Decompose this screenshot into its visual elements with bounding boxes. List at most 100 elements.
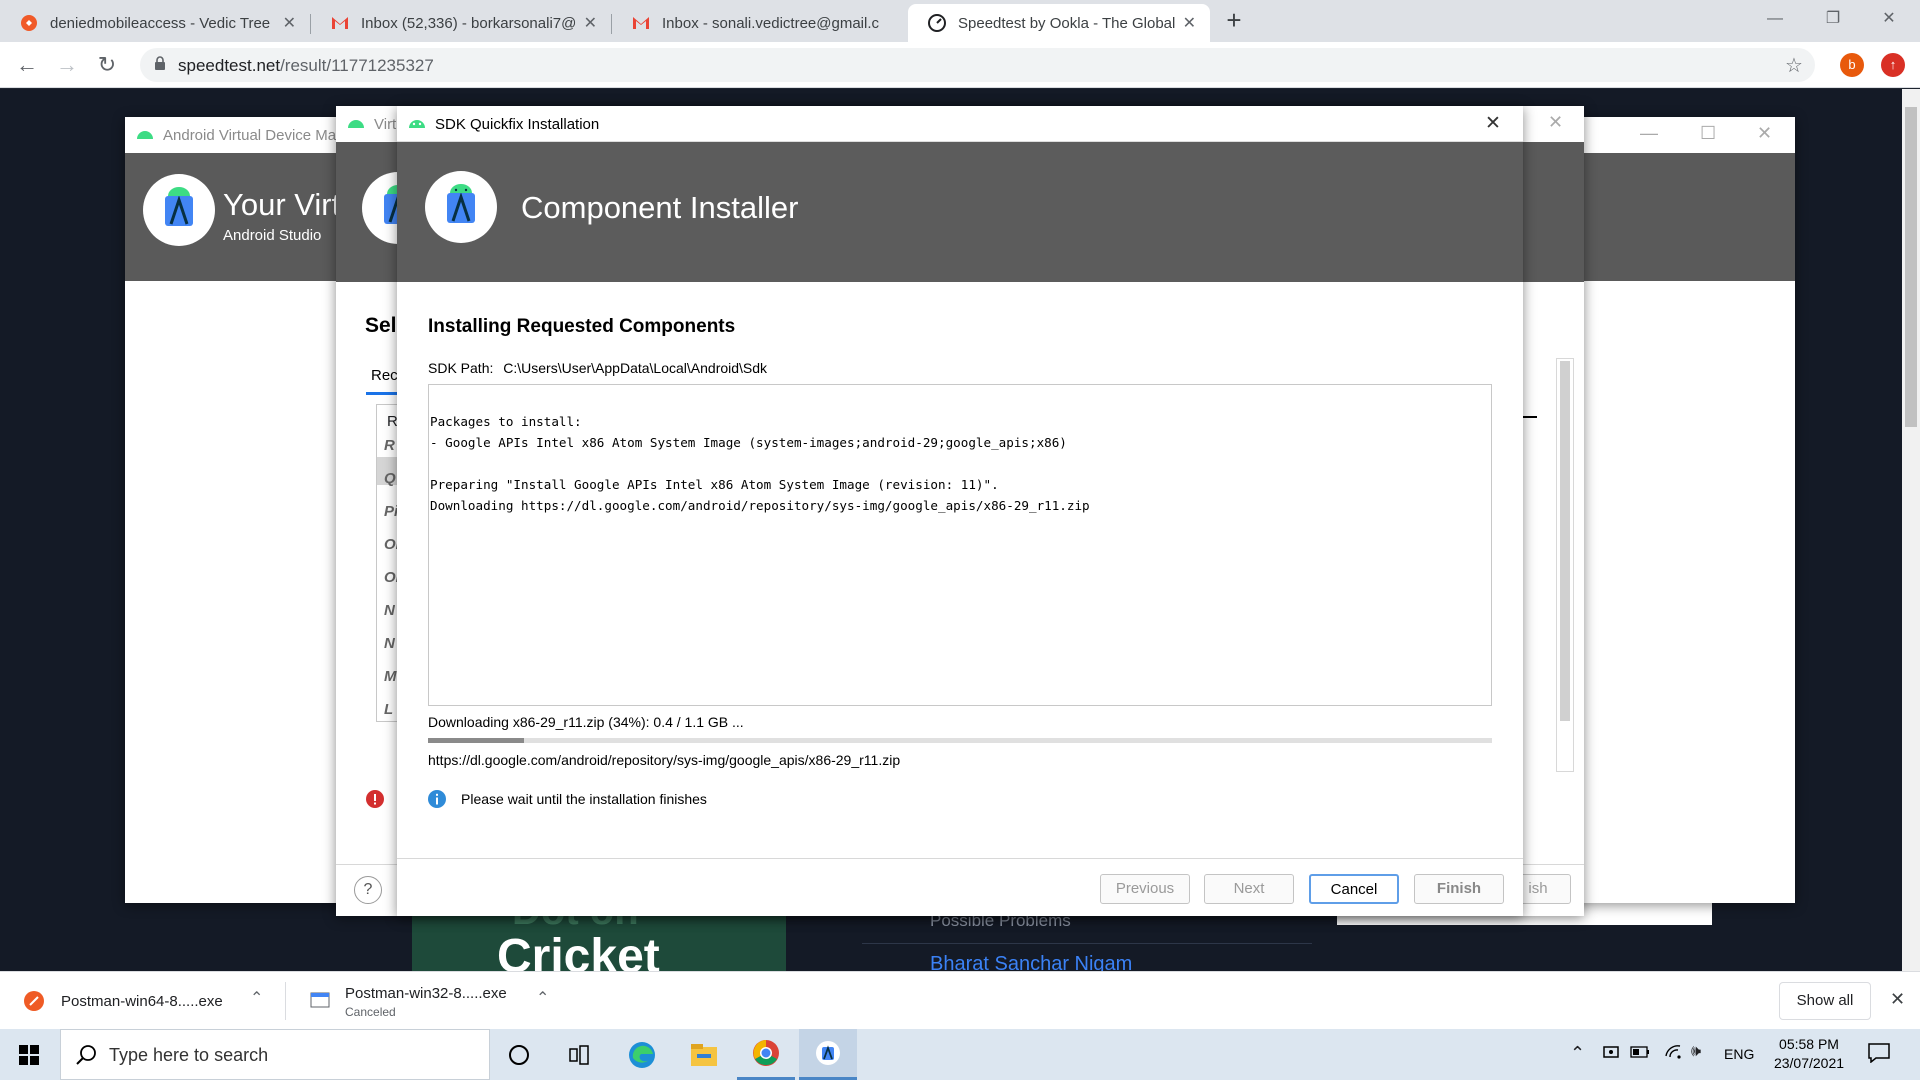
scrollbar-thumb[interactable] — [1560, 361, 1570, 721]
reload-button[interactable]: ↻ — [92, 50, 122, 80]
close-button[interactable]: ✕ — [1548, 112, 1563, 133]
scrollbar-thumb[interactable] — [1905, 107, 1917, 427]
release-list-item[interactable]: R — [384, 437, 395, 454]
cancel-button[interactable]: Cancel — [1309, 874, 1399, 904]
tab-title: Speedtest by Ookla - The Global — [958, 14, 1175, 32]
download-filename: Postman-win32-8.....exe — [345, 985, 507, 1002]
sdk-dialog-header: Component Installer — [397, 142, 1523, 282]
task-view-icon[interactable] — [550, 1029, 608, 1080]
close-tab-icon[interactable]: ✕ — [1183, 13, 1196, 33]
previous-label: Previous — [1115, 880, 1175, 897]
close-downloads-icon[interactable]: ✕ — [1890, 989, 1905, 1010]
notifications-icon[interactable] — [1868, 1043, 1890, 1066]
vdc-title: Virt — [374, 116, 397, 133]
finish-button[interactable]: Finish — [1414, 874, 1504, 904]
close-tab-icon[interactable]: ✕ — [584, 13, 597, 33]
minimize-button[interactable]: — — [1640, 123, 1658, 144]
log-line: Preparing "Install Google APIs Intel x86… — [430, 477, 999, 492]
wifi-icon[interactable] — [1664, 1044, 1682, 1063]
browser-toolbar: ← → ↻ speedtest.net/result/11771235327 ☆… — [0, 42, 1920, 88]
clock-time: 05:58 PM — [1779, 1036, 1839, 1052]
taskbar-search-box[interactable]: Type here to search — [60, 1029, 490, 1080]
download-url-text: https://dl.google.com/android/repository… — [428, 752, 901, 768]
installing-heading: Installing Requested Components — [428, 316, 736, 337]
android-icon — [346, 115, 366, 132]
windows-taskbar: Type here to search ⌃ 🕪 ENG 05:58 PM 23/… — [0, 1029, 1920, 1080]
windows-start-button[interactable] — [0, 1029, 58, 1080]
clock[interactable]: 05:58 PM 23/07/2021 — [1770, 1035, 1848, 1073]
tab-gmail-inbox-1[interactable]: Inbox (52,336) - borkarsonali7@g ✕ — [311, 4, 611, 42]
meet-now-icon[interactable] — [1602, 1043, 1620, 1064]
install-log-text: Packages to install: - Google APIs Intel … — [430, 411, 1090, 516]
download-item[interactable]: Postman-win64-8.....exe ⌃ — [0, 972, 283, 1030]
new-tab-button[interactable]: + — [1220, 7, 1248, 35]
url-text: speedtest.net/result/11771235327 — [178, 56, 434, 76]
install-log[interactable]: Packages to install: - Google APIs Intel … — [428, 384, 1492, 706]
log-line: Packages to install: — [430, 414, 582, 429]
finish-label: Finish — [1436, 880, 1482, 897]
close-button[interactable]: ✕ — [1485, 112, 1501, 135]
update-icon[interactable]: ↑ — [1881, 53, 1905, 77]
info-icon — [428, 790, 446, 811]
browser-tab-bar: deniedmobileaccess - Vedic Tree ✕ Inbox … — [0, 0, 1920, 42]
back-button[interactable]: ← — [12, 50, 42, 80]
previous-button[interactable]: Previous — [1100, 874, 1190, 904]
close-tab-icon[interactable]: ✕ — [283, 13, 296, 33]
cancel-label: Cancel — [1330, 881, 1378, 898]
speedtest-icon — [928, 14, 946, 32]
restore-window-button[interactable]: ❐ — [1810, 4, 1856, 34]
address-bar[interactable]: speedtest.net/result/11771235327 ☆ — [140, 48, 1815, 82]
release-list-item[interactable]: Q — [384, 470, 396, 487]
bookmark-star-icon[interactable]: ☆ — [1785, 53, 1803, 78]
gmail-icon — [632, 14, 650, 32]
close-button[interactable]: ✕ — [1757, 123, 1772, 144]
avd-header-subtitle: Android Studio — [223, 227, 322, 244]
tab-gmail-inbox-2[interactable]: Inbox - sonali.vedictree@gmail.c — [612, 4, 908, 42]
forward-button[interactable]: → — [52, 50, 82, 80]
sdk-path-label: SDK Path: — [428, 360, 494, 376]
maximize-button[interactable]: ☐ — [1700, 123, 1716, 144]
volume-icon[interactable]: 🕪 — [1691, 1043, 1701, 1061]
sdk-path-value: C:\Users\User\AppData\Local\Android\Sdk — [503, 360, 768, 376]
url-domain: speedtest.net — [178, 56, 281, 75]
avd-manager-title: Android Virtual Device Ma — [163, 127, 337, 144]
close-window-button[interactable]: ✕ — [1866, 4, 1912, 34]
release-list-item[interactable]: N — [384, 635, 395, 652]
chrome-icon[interactable] — [737, 1029, 795, 1080]
tab-speedtest[interactable]: Speedtest by Ookla - The Global ✕ — [908, 4, 1210, 42]
minimize-window-button[interactable]: — — [1752, 4, 1798, 34]
info-message: Please wait until the installation finis… — [461, 791, 707, 807]
footer-divider — [397, 858, 1523, 859]
download-item[interactable]: Postman-win32-8.....exe Canceled ⌃ — [286, 972, 571, 1030]
android-studio-taskbar-icon[interactable] — [799, 1029, 857, 1080]
downloads-bar: Postman-win64-8.....exe ⌃ Postman-win32-… — [0, 971, 1920, 1029]
next-button[interactable]: Next — [1204, 874, 1294, 904]
tab-recommended[interactable]: Rec — [371, 367, 398, 384]
chevron-up-icon[interactable]: ⌃ — [536, 988, 549, 1008]
tab-title: Inbox (52,336) - borkarsonali7@g — [361, 14, 576, 32]
android-studio-logo — [425, 171, 497, 243]
release-list-item[interactable]: L — [384, 701, 393, 718]
vedic-tree-icon — [20, 14, 38, 32]
release-list-item[interactable]: M — [384, 668, 397, 685]
tab-vedic-tree[interactable]: deniedmobileaccess - Vedic Tree ✕ — [0, 4, 310, 42]
battery-icon[interactable] — [1630, 1045, 1650, 1062]
file-icon — [310, 991, 330, 1012]
release-list-item[interactable]: N — [384, 602, 395, 619]
details-scrollbar[interactable] — [1556, 358, 1574, 772]
tab-title: Inbox - sonali.vedictree@gmail.c — [662, 14, 879, 32]
show-all-button[interactable]: Show all — [1779, 982, 1871, 1020]
chevron-up-icon[interactable]: ⌃ — [250, 988, 263, 1008]
language-indicator[interactable]: ENG — [1724, 1046, 1754, 1062]
download-progress-bar — [428, 738, 1492, 743]
clock-date: 23/07/2021 — [1773, 1055, 1845, 1071]
gmail-icon — [331, 14, 349, 32]
file-explorer-icon[interactable] — [675, 1029, 733, 1080]
chevron-up-icon[interactable]: ⌃ — [1570, 1043, 1585, 1064]
edge-icon[interactable] — [613, 1029, 671, 1080]
download-status: Canceled — [345, 1005, 396, 1019]
profile-avatar[interactable]: b — [1840, 53, 1864, 77]
download-filename: Postman-win64-8.....exe — [61, 993, 223, 1010]
help-button[interactable]: ? — [354, 876, 382, 904]
cortana-icon[interactable] — [490, 1029, 548, 1080]
